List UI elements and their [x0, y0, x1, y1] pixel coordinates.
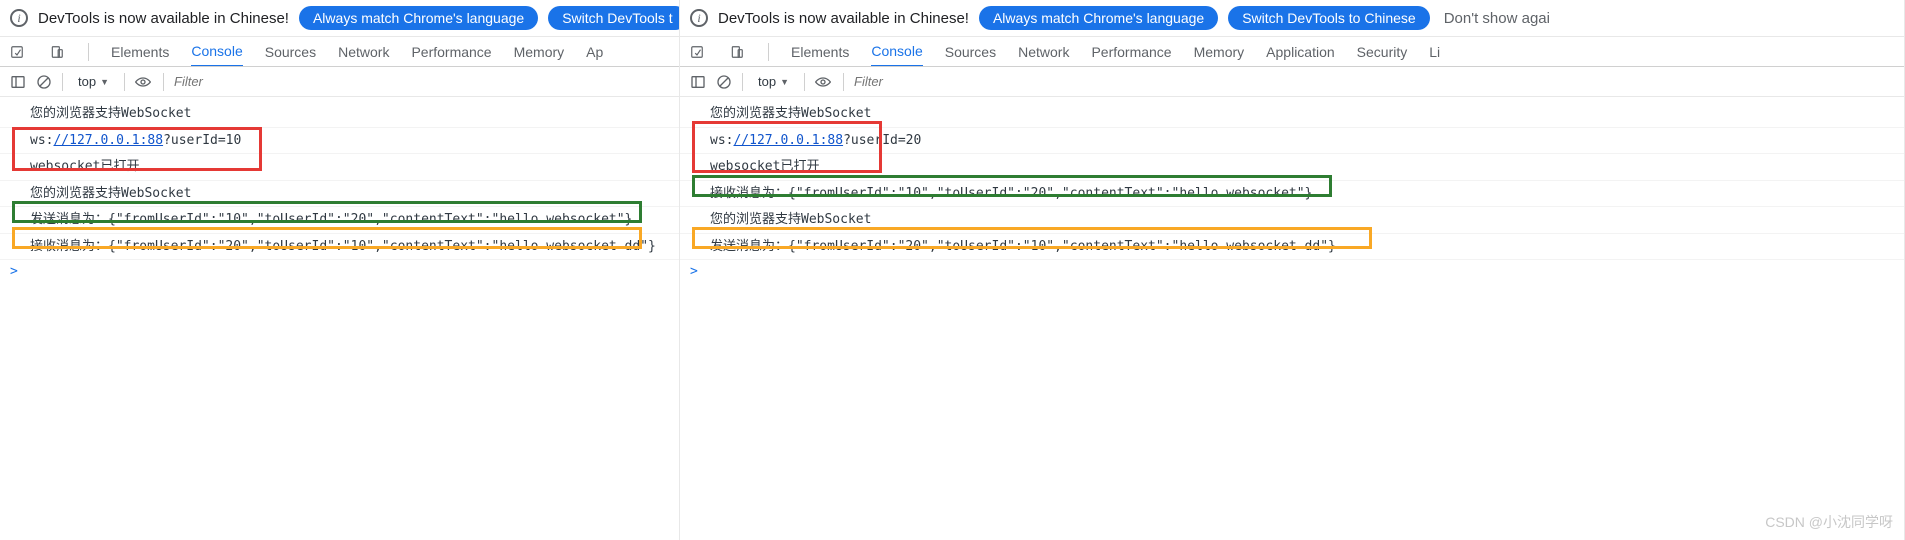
log-line: ws://127.0.0.1:88?userId=20 [680, 128, 1904, 155]
tabbar: Elements Console Sources Network Perform… [0, 37, 679, 67]
info-icon: i [690, 9, 708, 27]
device-toggle-icon[interactable] [728, 45, 746, 59]
tabbar: Elements Console Sources Network Perform… [680, 37, 1904, 67]
context-label: top [78, 74, 96, 89]
ws-url-link[interactable]: //127.0.0.1:88 [53, 133, 163, 148]
inspect-icon[interactable] [688, 45, 706, 59]
log-line: 发送消息为：{"fromUserId":"10","toUserId":"20"… [0, 207, 679, 234]
filter-input[interactable] [174, 74, 669, 89]
log-line: ws://127.0.0.1:88?userId=10 [0, 128, 679, 155]
separator [742, 73, 743, 91]
tab-application[interactable]: Application [1266, 38, 1335, 66]
chevron-down-icon: ▼ [780, 77, 789, 87]
log-line: 您的浏览器支持WebSocket [0, 101, 679, 128]
info-icon: i [10, 9, 28, 27]
switch-devtools-button[interactable]: Switch DevTools to Chinese [1228, 6, 1430, 30]
console-log-area-right: 您的浏览器支持WebSocket ws://127.0.0.1:88?userI… [680, 97, 1904, 540]
separator [768, 43, 769, 61]
chevron-down-icon: ▼ [100, 77, 109, 87]
match-language-button[interactable]: Always match Chrome's language [979, 6, 1218, 30]
console-prompt[interactable]: > [0, 260, 679, 283]
tab-console[interactable]: Console [871, 37, 922, 67]
log-line: 接收消息为：{"fromUserId":"10","toUserId":"20"… [680, 181, 1904, 208]
separator [843, 73, 844, 91]
toggle-sidebar-icon[interactable] [10, 74, 26, 90]
separator [804, 73, 805, 91]
tab-elements[interactable]: Elements [791, 38, 849, 66]
tab-network[interactable]: Network [1018, 38, 1069, 66]
filter-wrapper [174, 74, 669, 89]
tab-lighthouse[interactable]: Li [1429, 38, 1440, 66]
watermark: CSDN @小沈同学呀 [1765, 512, 1893, 532]
log-line: 发送消息为：{"fromUserId":"20","toUserId":"10"… [680, 234, 1904, 261]
tab-performance[interactable]: Performance [1091, 38, 1171, 66]
tab-security[interactable]: Security [1357, 38, 1408, 66]
tab-memory[interactable]: Memory [514, 38, 565, 66]
console-toolbar: top ▼ [680, 67, 1904, 97]
filter-input[interactable] [854, 74, 1894, 89]
live-expression-icon[interactable] [135, 76, 153, 88]
tab-console[interactable]: Console [191, 37, 242, 67]
filter-wrapper [854, 74, 1894, 89]
toggle-sidebar-icon[interactable] [690, 74, 706, 90]
tab-elements[interactable]: Elements [111, 38, 169, 66]
separator [88, 43, 89, 61]
locale-infobar: i DevTools is now available in Chinese! … [680, 0, 1904, 37]
match-language-button[interactable]: Always match Chrome's language [299, 6, 538, 30]
log-line: 您的浏览器支持WebSocket [680, 207, 1904, 234]
log-line: 您的浏览器支持WebSocket [680, 101, 1904, 128]
separator [62, 73, 63, 91]
log-line: 接收消息为：{"fromUserId":"20","toUserId":"10"… [0, 234, 679, 261]
separator [163, 73, 164, 91]
dont-show-again[interactable]: Don't show agai [1440, 10, 1550, 27]
tab-application[interactable]: Ap [586, 38, 603, 66]
console-toolbar: top ▼ [0, 67, 679, 97]
tab-performance[interactable]: Performance [411, 38, 491, 66]
locale-infobar: i DevTools is now available in Chinese! … [0, 0, 679, 37]
device-toggle-icon[interactable] [48, 45, 66, 59]
separator [124, 73, 125, 91]
infobar-text: DevTools is now available in Chinese! [38, 10, 289, 27]
console-prompt[interactable]: > [680, 260, 1904, 283]
live-expression-icon[interactable] [815, 76, 833, 88]
devtools-pane-left: i DevTools is now available in Chinese! … [0, 0, 680, 540]
tab-network[interactable]: Network [338, 38, 389, 66]
console-log-area-left: 您的浏览器支持WebSocket ws://127.0.0.1:88?userI… [0, 97, 679, 540]
tab-sources[interactable]: Sources [265, 38, 316, 66]
context-selector[interactable]: top ▼ [73, 71, 114, 92]
ws-url-link[interactable]: //127.0.0.1:88 [733, 133, 843, 148]
tab-sources[interactable]: Sources [945, 38, 996, 66]
inspect-icon[interactable] [8, 45, 26, 59]
log-line: websocket已打开 [680, 154, 1904, 181]
log-line: 您的浏览器支持WebSocket [0, 181, 679, 208]
devtools-pane-right: i DevTools is now available in Chinese! … [680, 0, 1905, 540]
clear-console-icon[interactable] [36, 74, 52, 90]
infobar-text: DevTools is now available in Chinese! [718, 10, 969, 27]
clear-console-icon[interactable] [716, 74, 732, 90]
tab-memory[interactable]: Memory [1194, 38, 1245, 66]
switch-devtools-button[interactable]: Switch DevTools t [548, 6, 679, 30]
context-selector[interactable]: top ▼ [753, 71, 794, 92]
log-line: websocket已打开 [0, 154, 679, 181]
context-label: top [758, 74, 776, 89]
